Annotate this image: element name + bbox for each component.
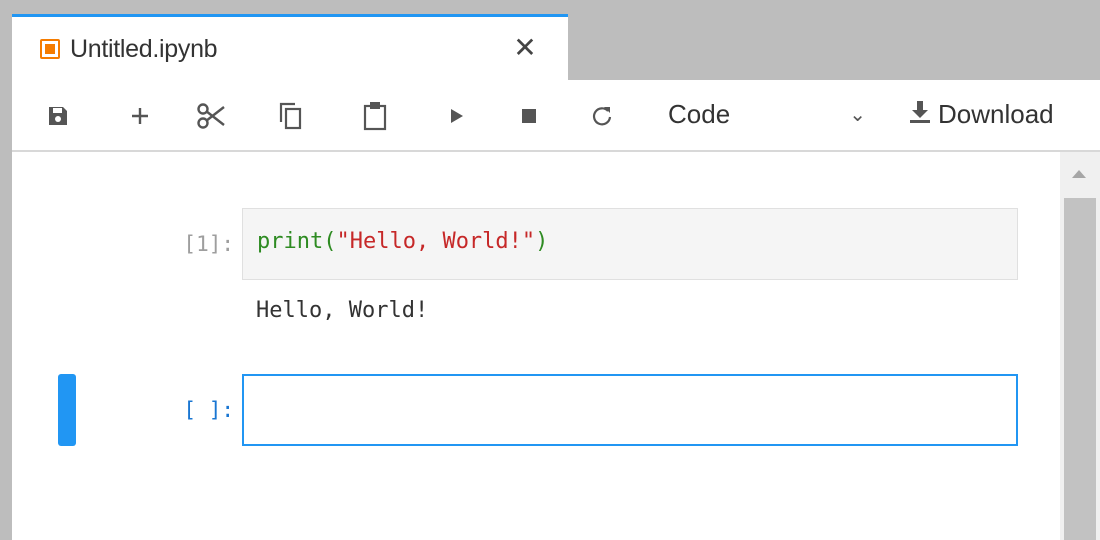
close-icon[interactable]: ✕ <box>510 33 540 63</box>
download-icon <box>908 99 932 130</box>
copy-icon[interactable] <box>274 98 308 134</box>
cell-type-dropdown[interactable]: Code ⌄ <box>668 94 866 134</box>
restart-icon[interactable] <box>586 98 618 134</box>
tab-bar: Untitled.ipynb ✕ <box>12 14 1100 80</box>
cell-prompt: [1]: <box>183 232 234 256</box>
code-cell-input[interactable]: print("Hello, World!") <box>242 208 1018 280</box>
tab-untitled-notebook[interactable]: Untitled.ipynb ✕ <box>12 14 568 80</box>
run-icon[interactable] <box>442 98 472 134</box>
scrollbar-thumb[interactable] <box>1064 198 1096 540</box>
code-cell-input-active[interactable] <box>242 374 1018 446</box>
code-token-paren-close: ) <box>535 229 549 254</box>
download-button[interactable]: Download <box>908 94 1054 134</box>
notebook-panel: [1]: print("Hello, World!") Hello, World… <box>12 152 1060 540</box>
download-label: Download <box>938 98 1054 129</box>
code-token-function: print <box>257 229 324 254</box>
chevron-down-icon: ⌄ <box>849 104 866 126</box>
cell-type-value: Code <box>668 98 731 129</box>
tab-title: Untitled.ipynb <box>70 35 218 63</box>
paste-icon[interactable] <box>358 98 392 134</box>
cell-prompt-active: [ ]: <box>183 398 234 422</box>
save-icon[interactable] <box>42 98 74 134</box>
vertical-scrollbar[interactable] <box>1060 152 1100 540</box>
add-icon[interactable] <box>124 98 156 134</box>
scroll-up-arrow-icon[interactable] <box>1072 170 1086 178</box>
stop-icon[interactable] <box>514 98 544 134</box>
code-token-paren-open: ( <box>323 229 337 254</box>
cut-icon[interactable] <box>192 98 232 134</box>
notebook-icon <box>40 39 60 59</box>
code-token-string: "Hello, World!" <box>336 229 536 254</box>
window-frame-top <box>0 0 1100 14</box>
notebook-toolbar: Code ⌄ Download <box>12 80 1100 152</box>
notebook-app: Untitled.ipynb ✕ Code ⌄ Download [1]: pr… <box>12 14 1100 540</box>
cell-output: Hello, World! <box>256 298 429 323</box>
active-cell-indicator <box>58 374 76 446</box>
window-frame-left <box>0 0 12 540</box>
